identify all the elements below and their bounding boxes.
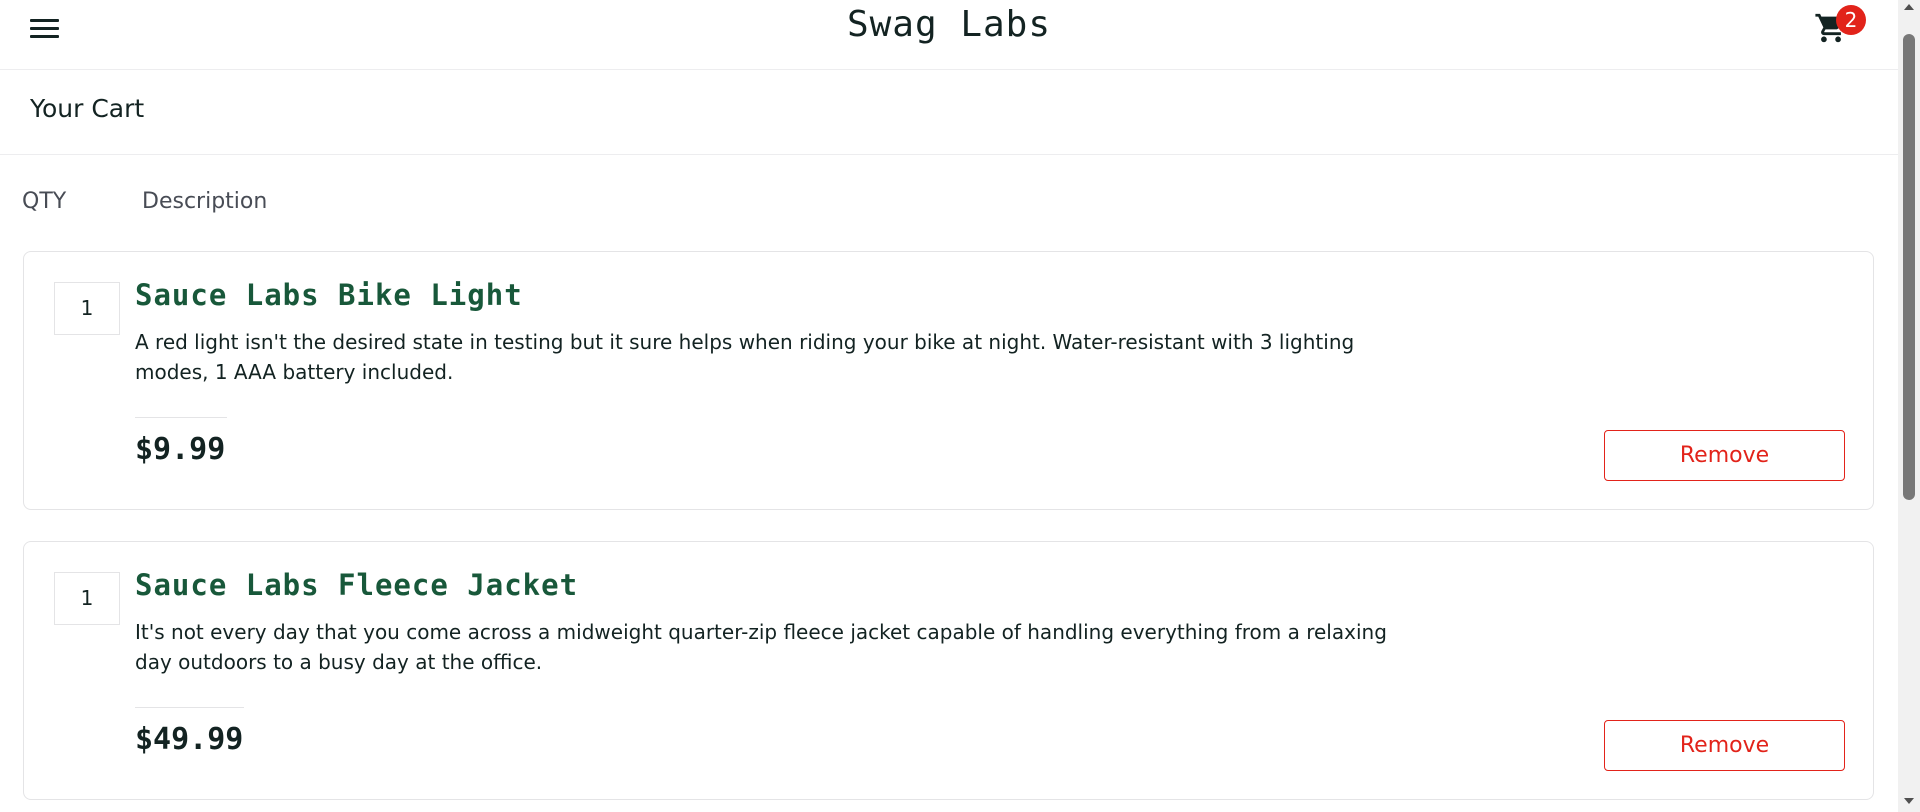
cart-quantity: 1 — [54, 572, 120, 625]
remove-button[interactable]: Remove — [1604, 720, 1845, 771]
qty-label: QTY — [22, 189, 67, 214]
item-price: $49.99 — [135, 722, 244, 757]
scroll-down-arrow-icon[interactable] — [1904, 798, 1914, 804]
vertical-scrollbar[interactable] — [1898, 0, 1920, 812]
page-viewport: Swag Labs 2 Your Cart QTY Description 1 … — [0, 0, 1898, 812]
scrollbar-thumb[interactable] — [1903, 34, 1915, 500]
secondary-header: Your Cart — [0, 70, 1898, 155]
item-description: It's not every day that you come across … — [135, 620, 1387, 674]
app-logo: Swag Labs — [846, 4, 1052, 45]
primary-header: Swag Labs 2 — [0, 0, 1898, 70]
page-title: Your Cart — [30, 94, 145, 123]
scroll-up-arrow-icon[interactable] — [1904, 4, 1914, 10]
price-divider — [135, 417, 227, 418]
item-name-link[interactable]: Sauce Labs Bike Light — [135, 278, 523, 312]
cart-quantity: 1 — [54, 282, 120, 335]
remove-button[interactable]: Remove — [1604, 430, 1845, 481]
shopping-cart-link[interactable]: 2 — [1812, 5, 1868, 55]
price-divider — [135, 707, 244, 708]
description-label: Description — [142, 189, 268, 214]
item-description: A red light isn't the desired state in t… — [135, 330, 1355, 384]
item-name-link[interactable]: Sauce Labs Fleece Jacket — [135, 568, 578, 602]
cart-list-header: QTY Description — [0, 185, 1898, 225]
cart-item: 1 Sauce Labs Fleece Jacket It's not ever… — [23, 541, 1874, 800]
cart-item: 1 Sauce Labs Bike Light A red light isn'… — [23, 251, 1874, 510]
item-price: $9.99 — [135, 432, 226, 467]
cart-badge: 2 — [1836, 5, 1866, 35]
